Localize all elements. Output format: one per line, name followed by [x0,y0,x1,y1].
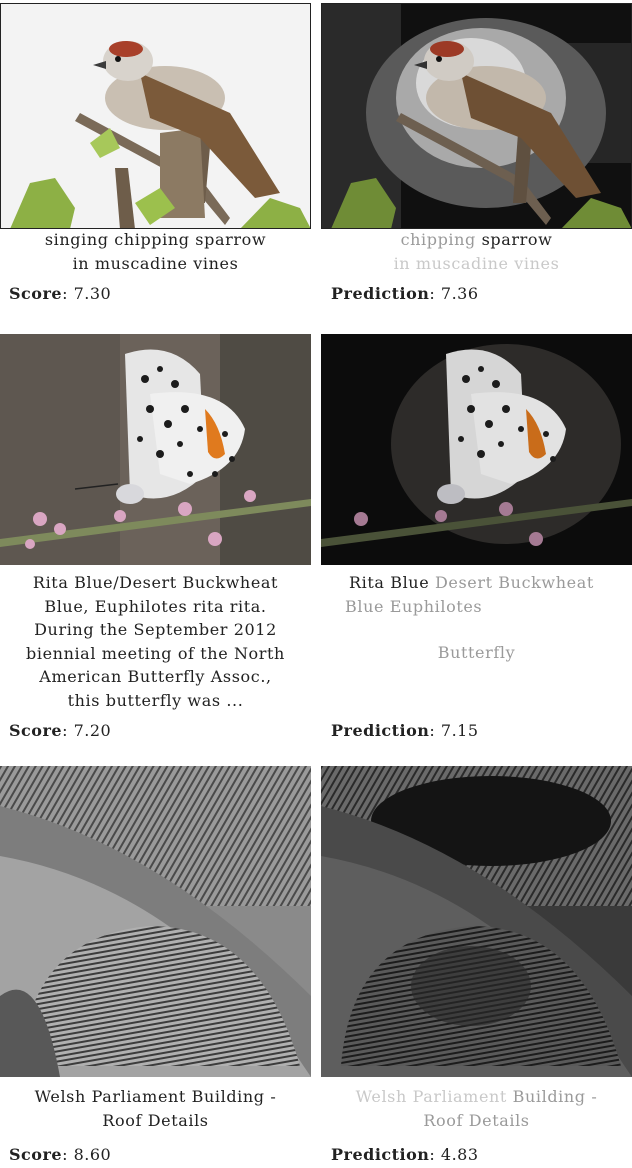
prediction-value: 7.36 [440,284,479,303]
caption-word: Welsh Parliament [355,1087,507,1106]
butterfly-caption: Rita Blue/Desert Buckwheat Blue, Euphilo… [0,571,311,712]
caption-line: Rita Blue/Desert Buckwheat [32,573,279,592]
score-text: Score: 8.60 [9,1145,112,1164]
score-text: Score: 7.30 [9,284,112,303]
sparrow-caption: singing chipping sparrow in muscadine vi… [0,228,311,275]
score-label: Score [9,1145,63,1164]
prediction-label: Prediction [331,721,430,740]
caption-line: in muscadine vines [321,252,632,276]
roof-saliency-map [321,766,632,1077]
row2-left-panel: Rita Blue/Desert Buckwheat Blue, Euphilo… [0,334,311,754]
caption-word: sparrow [481,230,553,249]
roof-attention-caption: Welsh Parliament Building - Roof Details [321,1085,632,1132]
prediction-label: Prediction [331,1145,430,1164]
sparrow-saliency-map [321,3,632,229]
caption-line: in muscadine vines [72,253,239,273]
caption-line: Blue Euphilotes [345,595,632,619]
caption-line: Butterfly [349,641,632,665]
prediction-value: 4.83 [440,1145,479,1164]
butterfly-photo [0,334,311,565]
caption-line: Roof Details [321,1109,632,1133]
caption-line: chipping sparrow [321,228,632,252]
caption-line: During the September 2012 [34,620,277,639]
score-value: 7.30 [73,284,112,303]
caption-word: in muscadine vines [393,253,560,273]
roof-caption: Welsh Parliament Building - Roof Details [0,1085,311,1132]
caption-line: Roof Details [102,1110,209,1130]
row3-right-panel: Welsh Parliament Building - Roof Details… [321,766,632,1168]
caption-word: Butterfly [437,643,516,662]
score-label: Score [9,284,63,303]
score-value: 8.60 [73,1145,112,1164]
sparrow-photo [0,3,311,229]
row3-left-panel: Welsh Parliament Building - Roof Details… [0,766,311,1168]
caption-line: Welsh Parliament Building - [34,1087,277,1106]
caption-line: Blue, Euphilotes rita rita. [44,596,267,616]
caption-word: Desert Buckwheat [434,573,594,592]
score-label: Score [9,721,63,740]
score-text: Score: 7.20 [9,721,112,740]
prediction-label: Prediction [331,284,430,303]
row1-right-panel: chipping sparrow in muscadine vines Pred… [321,0,632,330]
caption-word: Roof Details [423,1110,530,1130]
prediction-text: Prediction: 7.15 [331,721,479,740]
prediction-value: 7.15 [440,721,479,740]
row2-right-panel: Rita Blue Desert Buckwheat Blue Euphilot… [321,334,632,754]
caption-word: Building - [512,1087,598,1106]
butterfly-attention-caption: Rita Blue Desert Buckwheat Blue Euphilot… [321,571,632,665]
caption-word: Blue Euphilotes [345,596,483,616]
row1-left-panel: singing chipping sparrow in muscadine vi… [0,0,311,330]
caption-line: Welsh Parliament Building - [321,1085,632,1109]
sparrow-attention-caption: chipping sparrow in muscadine vines [321,228,632,275]
caption-word: Rita Blue [349,573,430,592]
prediction-text: Prediction: 7.36 [331,284,479,303]
roof-photo [0,766,311,1077]
caption-line [349,618,632,641]
caption-word: chipping [400,230,476,249]
caption-line: American Butterfly Assoc., [39,667,272,686]
caption-line: biennial meeting of the North [26,643,285,663]
prediction-text: Prediction: 4.83 [331,1145,479,1164]
caption-line: singing chipping sparrow [44,230,267,249]
caption-line: Rita Blue Desert Buckwheat [349,571,632,595]
butterfly-saliency-map [321,334,632,565]
score-value: 7.20 [73,721,112,740]
caption-line: this butterfly was ... [67,690,244,710]
